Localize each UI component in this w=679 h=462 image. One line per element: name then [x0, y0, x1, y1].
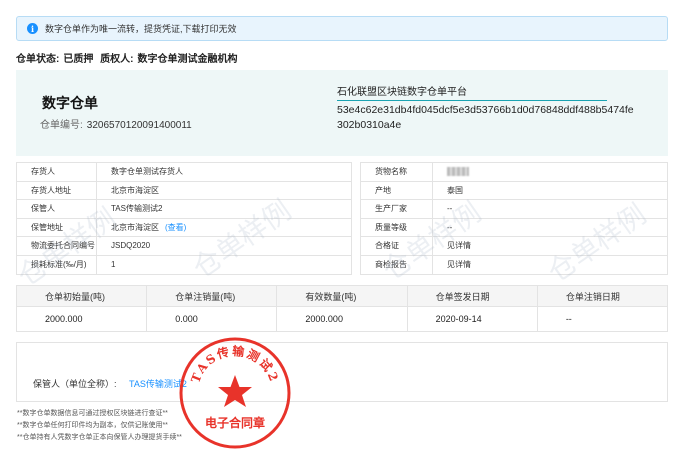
table-row: 产地 泰国 — [361, 181, 667, 200]
pledgee-value: 数字仓单测试金融机构 — [137, 54, 238, 65]
receipt-code: 仓单编号: 3206570120091400011 — [40, 116, 192, 131]
column-header: 仓单注销量(吨) — [147, 286, 278, 306]
depositor-info-table: 存货人 数字仓单测试存货人 存货人地址 北京市海淀区 保管人 TAS传输测试2 … — [16, 162, 352, 275]
column-header: 仓单签发日期 — [408, 286, 538, 306]
footnote: **数字仓单任何打印件均为副本，仅供记账使用** — [17, 422, 168, 429]
column-header: 仓单初始量(吨) — [17, 286, 148, 306]
quantity-table: 仓单初始量(吨) 仓单注销量(吨) 有效数量(吨) 仓单签发日期 仓单注销日期 … — [16, 285, 668, 332]
table-row: 存货人地址 北京市海淀区 — [17, 181, 351, 200]
field-value: 数字仓单测试存货人 — [111, 167, 183, 177]
table-row: 保管地址 北京市海淀区 (查看) — [17, 218, 351, 237]
table-row: 物流委托合同编号 JSDQ2020 — [17, 237, 351, 256]
field-value: 1 — [111, 260, 116, 270]
field-label: 合格证 — [361, 237, 433, 255]
field-value: -- — [447, 222, 453, 232]
table-cell: 2000.000 — [277, 307, 408, 331]
field-label: 货物名称 — [361, 163, 433, 181]
table-row: 质量等级 -- — [361, 218, 667, 237]
keeper-label: 保管人（单位全称）: — [33, 379, 117, 389]
status-label: 仓单状态: — [16, 54, 60, 65]
table-row: 合格证 见详情 — [361, 237, 667, 256]
table-row: 商检报告 见详情 — [361, 255, 667, 275]
field-label: 生产厂家 — [361, 200, 433, 218]
receipt-card: 数字仓单 仓单编号: 3206570120091400011 石化联盟区块链数字仓… — [16, 70, 668, 156]
inspection-report-detail-link[interactable]: 见详情 — [433, 256, 667, 275]
field-label: 损耗标准(‰/月) — [17, 255, 97, 274]
receipt-title: 数字仓单 — [42, 95, 98, 111]
table-row: 货物名称 — [361, 163, 667, 182]
field-label: 产地 — [361, 181, 433, 199]
field-label: 物流委托合同编号 — [17, 237, 97, 255]
column-header: 有效数量(吨) — [277, 286, 408, 306]
table-row: 保管人 TAS传输测试2 — [17, 200, 351, 219]
field-label: 保管人 — [17, 200, 97, 218]
footnote: **数字仓单数据信息可通过授权区块链进行查证** — [17, 410, 168, 417]
field-value: 泰国 — [447, 185, 463, 195]
receipt-code-value: 3206570120091400011 — [86, 120, 192, 131]
table-cell: -- — [565, 314, 572, 324]
field-label: 商检报告 — [361, 255, 433, 274]
field-value — [433, 163, 667, 181]
notice-text: 数字仓单作为唯一流转，提货凭证,下载打印无效 — [45, 24, 237, 34]
table-header-row: 仓单初始量(吨) 仓单注销量(吨) 有效数量(吨) 仓单签发日期 仓单注销日期 — [17, 286, 667, 307]
footnotes: **数字仓单数据信息可通过授权区块链进行查证** **数字仓单任何打印件均为副本… — [17, 408, 182, 444]
table-row: 2000.000 0.000 2000.000 2020-09-14 -- — [17, 307, 667, 331]
certificate-detail-link[interactable]: 见详情 — [433, 237, 667, 255]
keeper-box: 保管人（单位全称）: TAS传输测试2 — [16, 342, 668, 402]
pledgee-label: 质权人: — [100, 54, 134, 65]
field-value: 北京市海淀区 (查看) — [97, 219, 351, 237]
table-row: 存货人 数字仓单测试存货人 — [17, 163, 351, 182]
field-value: TAS传输测试2 — [111, 204, 163, 214]
field-label: 质量等级 — [361, 218, 433, 236]
column-header: 仓单注销日期 — [565, 291, 620, 302]
keeper-value: TAS传输测试2 — [129, 379, 187, 389]
field-label: 存货人地址 — [17, 181, 97, 199]
platform-name: 石化联盟区块链数字仓单平台 — [337, 83, 607, 101]
table-cell: 2000.000 — [17, 307, 148, 331]
blockchain-hash: 53e4c62e31db4fd045dcf5e3d53766b1d0d76848… — [337, 104, 634, 131]
table-row: 生产厂家 -- — [361, 200, 667, 219]
field-value: 北京市海淀区 — [111, 185, 159, 195]
storage-address-value: 北京市海淀区 — [111, 222, 159, 232]
goods-info-table: 货物名称 产地 泰国 生产厂家 -- 质量等级 -- 合格证 见详情 商检报告 … — [360, 162, 668, 275]
receipt-status-line: 仓单状态: 已质押 质权人: 数字仓单测试金融机构 — [16, 50, 241, 65]
table-cell: 0.000 — [147, 307, 278, 331]
table-row: 损耗标准(‰/月) 1 — [17, 255, 351, 274]
footnote: **仓单持有人凭数字仓单正本向保管人办理提货手续** — [17, 434, 182, 441]
field-label: 存货人 — [17, 163, 97, 181]
table-cell: 2020-09-14 — [408, 307, 538, 331]
field-value: JSDQ2020 — [111, 241, 151, 251]
status-value: 已质押 — [63, 54, 94, 65]
field-value: -- — [447, 204, 453, 214]
field-label: 保管地址 — [17, 218, 97, 236]
view-address-link[interactable]: (查看) — [165, 222, 186, 233]
info-icon: i — [27, 23, 38, 34]
redacted-goods-name — [447, 167, 469, 177]
notice-banner: i 数字仓单作为唯一流转，提货凭证,下载打印无效 — [16, 16, 668, 41]
receipt-code-label: 仓单编号: — [40, 120, 83, 131]
seal-bottom-text: 电子合同章 — [205, 415, 265, 430]
